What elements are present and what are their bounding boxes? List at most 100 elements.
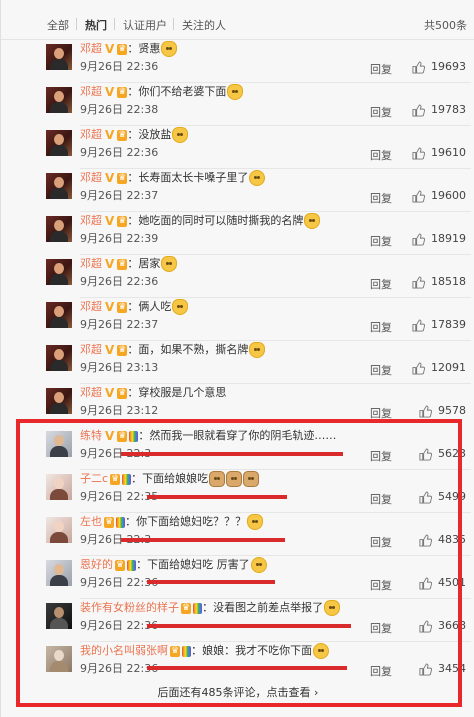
like-button[interactable]: 4501	[419, 576, 466, 590]
like-count: 17839	[431, 318, 466, 331]
member-badge-icon: ♛	[117, 301, 128, 313]
tab-divider	[173, 18, 174, 30]
avatar[interactable]	[46, 646, 72, 672]
comment-time: 9月26日 22:37	[80, 189, 159, 202]
avatar[interactable]	[46, 216, 72, 242]
thumbs-up-icon	[412, 146, 425, 160]
comment-text: ：面，如果不熟，撕名牌	[127, 343, 249, 356]
comment-time: 9月26日 22:36	[80, 60, 159, 73]
thumbs-up-icon	[412, 232, 425, 246]
reply-button[interactable]: 回复	[370, 104, 392, 120]
reply-button[interactable]: 回复	[370, 276, 392, 292]
username-link[interactable]: 邓超	[80, 343, 102, 356]
reply-button[interactable]: 回复	[370, 190, 392, 206]
redaction-bar	[121, 452, 343, 456]
reply-button[interactable]: 回复	[370, 577, 392, 593]
like-button[interactable]: 5499	[419, 490, 466, 504]
laughing-emoji-icon	[249, 170, 266, 186]
username-link[interactable]: 我的小名叫弱张啊	[80, 644, 168, 657]
doge-emoji-icon	[243, 471, 260, 487]
member-badge-icon: ♛	[117, 258, 128, 270]
thumbs-up-icon	[412, 103, 425, 117]
cat-emoji-icon	[249, 342, 266, 358]
reply-button[interactable]: 回复	[370, 534, 392, 550]
reply-button[interactable]: 回复	[370, 491, 392, 507]
rainbow-badge-icon: |	[116, 516, 126, 528]
avatar[interactable]	[46, 259, 72, 285]
avatar[interactable]	[46, 173, 72, 199]
like-count: 19610	[431, 146, 466, 159]
like-button[interactable]: 18919	[412, 232, 466, 246]
reply-button[interactable]: 回复	[370, 620, 392, 636]
username-link[interactable]: 邓超	[80, 42, 102, 55]
verified-icon: V	[105, 299, 115, 314]
avatar[interactable]	[46, 388, 72, 414]
username-link[interactable]: 邓超	[80, 85, 102, 98]
like-button[interactable]: 9578	[419, 404, 466, 418]
tab-all[interactable]: 全部	[47, 17, 69, 33]
username-link[interactable]: 恩好的	[80, 558, 113, 571]
comment-item: 我的小名叫弱张啊♛|：娘娘：我才不吃你下面 9月26日 22:36 回复 345…	[1, 642, 474, 685]
avatar[interactable]	[46, 560, 72, 586]
reply-button[interactable]: 回复	[370, 147, 392, 163]
like-count: 3454	[438, 662, 466, 675]
like-button[interactable]: 3668	[419, 619, 466, 633]
username-link[interactable]: 装作有女粉丝的样子	[80, 601, 179, 614]
redaction-bar	[147, 666, 347, 670]
comment-text: ：下面给娘娘吃	[131, 472, 209, 485]
reply-button[interactable]: 回复	[370, 233, 392, 249]
like-button[interactable]: 19600	[412, 189, 466, 203]
member-badge-icon: ♛	[117, 387, 128, 399]
tab-hot[interactable]: 热门	[85, 17, 107, 33]
reply-button[interactable]: 回复	[370, 319, 392, 335]
like-button[interactable]: 19783	[412, 103, 466, 117]
more-comments-link[interactable]: 后面还有485条评论，点击查看 ›	[1, 684, 474, 700]
like-button[interactable]: 4835	[419, 533, 466, 547]
username-link[interactable]: 邓超	[80, 386, 102, 399]
like-count: 12091	[431, 361, 466, 374]
reply-button[interactable]: 回复	[370, 61, 392, 77]
username-link[interactable]: 练特	[80, 429, 102, 442]
comment-time: 9月26日 22:36	[80, 275, 159, 288]
tab-verified-users[interactable]: 认证用户	[123, 17, 167, 33]
username-link[interactable]: 邓超	[80, 257, 102, 270]
like-button[interactable]: 18518	[412, 275, 466, 289]
reply-button[interactable]: 回复	[370, 663, 392, 679]
member-badge-icon: ♛	[110, 473, 121, 485]
like-button[interactable]: 17839	[412, 318, 466, 332]
username-link[interactable]: 邓超	[80, 128, 102, 141]
comment-item: 邓超 V ♛：穿校服是几个意思 9月26日 23:12 回复 9578	[1, 384, 474, 427]
comment-text: ：娘娘：我才不吃你下面	[191, 644, 313, 657]
like-button[interactable]: 19693	[412, 60, 466, 74]
like-button[interactable]: 19610	[412, 146, 466, 160]
username-link[interactable]: 邓超	[80, 171, 102, 184]
redaction-bar	[121, 538, 285, 542]
comment-text: ：居家	[127, 257, 161, 270]
avatar[interactable]	[46, 130, 72, 156]
like-button[interactable]: 12091	[412, 361, 466, 375]
avatar[interactable]	[46, 44, 72, 70]
avatar[interactable]	[46, 517, 72, 543]
like-button[interactable]: 3454	[419, 662, 466, 676]
comment-text: ：你们不给老婆下面	[127, 85, 227, 98]
comment-panel: 全部 热门 认证用户 关注的人 共500条 邓超 V ♛：贤惠 9月26日 22:3…	[0, 0, 474, 717]
avatar[interactable]	[46, 474, 72, 500]
reply-button[interactable]: 回复	[370, 405, 392, 421]
avatar[interactable]	[46, 431, 72, 457]
username-link[interactable]: 左也	[80, 515, 102, 528]
username-link[interactable]: 邓超	[80, 300, 102, 313]
username-link[interactable]: 子二c	[80, 472, 108, 485]
avatar[interactable]	[46, 603, 72, 629]
cat-emoji-icon	[161, 41, 178, 57]
reply-button[interactable]: 回复	[370, 448, 392, 464]
username-link[interactable]: 邓超	[80, 214, 102, 227]
avatar[interactable]	[46, 87, 72, 113]
tab-following[interactable]: 关注的人	[182, 17, 226, 33]
thumbs-up-icon	[419, 533, 432, 547]
comment-item: 邓超 V ♛：面，如果不熟，撕名牌 9月26日 23:13 回复 12091	[1, 341, 474, 384]
reply-button[interactable]: 回复	[370, 362, 392, 378]
avatar[interactable]	[46, 302, 72, 328]
like-button[interactable]: 5623	[419, 447, 466, 461]
avatar[interactable]	[46, 345, 72, 371]
member-badge-icon: ♛	[117, 430, 128, 442]
